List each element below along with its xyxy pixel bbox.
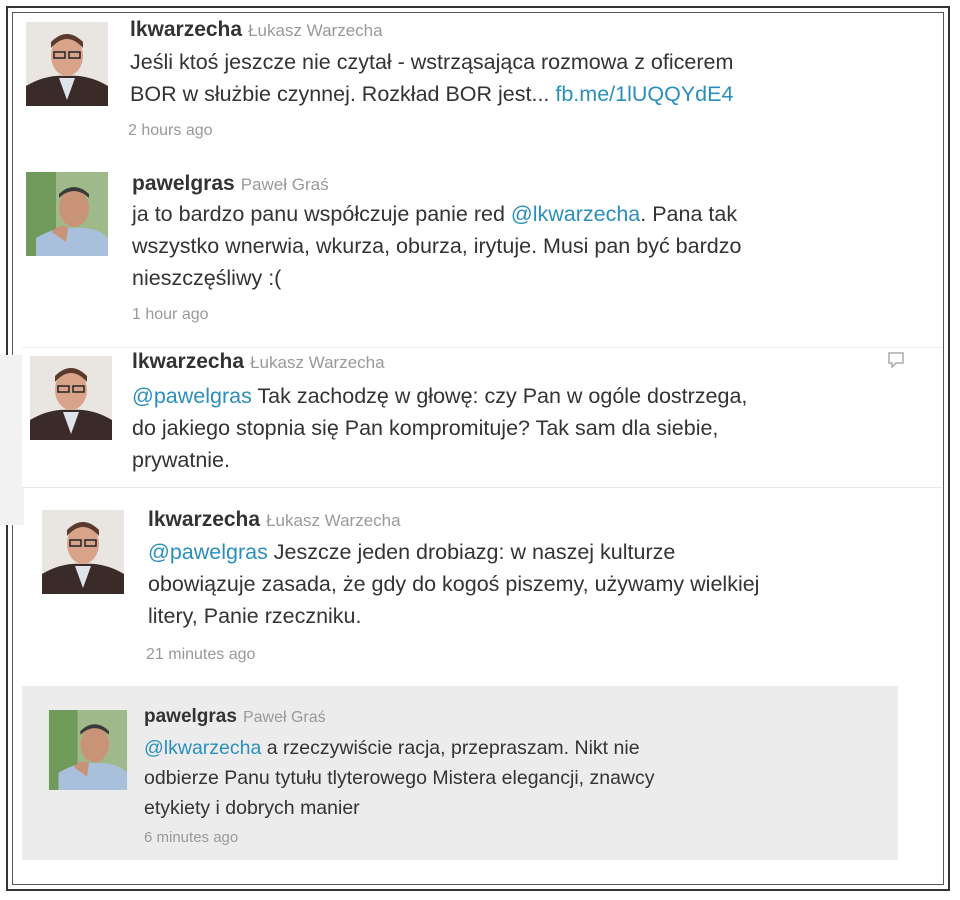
tweet-text-part: Tak zachodzę w głowę: czy Pan w ogóle do… bbox=[251, 384, 748, 408]
avatar-lkwarzecha[interactable] bbox=[30, 356, 112, 440]
avatar-pawelgras[interactable] bbox=[48, 710, 128, 790]
panel-shadow bbox=[0, 355, 24, 525]
timestamp[interactable]: 21 minutes ago bbox=[146, 646, 255, 664]
tweet-text-line: ja to bardzo panu współczuje panie red @… bbox=[132, 198, 932, 230]
screen-name[interactable]: lkwarzecha bbox=[130, 18, 242, 41]
mention-link[interactable]: @lkwarzecha bbox=[511, 202, 640, 226]
tweet-text-part: a rzeczywiście racja, przepraszam. Nikt … bbox=[261, 737, 640, 759]
real-name: Łukasz Warzecha bbox=[248, 21, 383, 40]
screen-name[interactable]: lkwarzecha bbox=[148, 508, 260, 531]
tweet-text-line: do jakiego stopnia się Pan kompromituje?… bbox=[132, 416, 719, 440]
tweet-5: pawelgras Paweł Graś @lkwarzecha a rzeczy… bbox=[22, 686, 898, 860]
tweet-text-part: BOR w służbie czynnej. Rozkład BOR jest.… bbox=[130, 82, 556, 106]
tweet-3: lkwarzecha Łukasz Warzecha @pawelgras Tak… bbox=[22, 347, 942, 487]
tweet-1: lkwarzecha Łukasz Warzecha Jeśli ktoś jes… bbox=[22, 14, 932, 164]
screen-name[interactable]: pawelgras bbox=[132, 172, 235, 195]
tweet-text-line: etykiety i dobrych manier bbox=[144, 797, 360, 819]
tweet-text-line: BOR w służbie czynnej. Rozkład BOR jest.… bbox=[130, 78, 930, 110]
tweet-text: ja to bardzo panu współczuje panie red @… bbox=[132, 198, 932, 294]
screen-name[interactable]: pawelgras bbox=[144, 706, 237, 727]
reply-icon[interactable] bbox=[886, 350, 906, 370]
tweet-text-part: Jeszcze jeden drobiazg: w naszej kulturz… bbox=[267, 540, 676, 564]
tweet-text-line: odbierze Panu tytułu tlyterowego Mistera… bbox=[144, 767, 655, 789]
tweet-text-part: ja to bardzo panu współczuje panie red bbox=[132, 202, 511, 226]
real-name: Paweł Graś bbox=[242, 709, 326, 726]
tweet-text-line: @pawelgras Tak zachodzę w głowę: czy Pan… bbox=[132, 380, 932, 412]
tweet-text: @pawelgras Tak zachodzę w głowę: czy Pan… bbox=[132, 380, 932, 476]
tweet-link[interactable]: fb.me/1lUQQYdE4 bbox=[555, 82, 733, 106]
tweet-text: @pawelgras Jeszcze jeden drobiazg: w nas… bbox=[148, 536, 938, 632]
tweet-text-line: prywatnie. bbox=[132, 448, 230, 472]
tweet-2: pawelgras Paweł Graś ja to bardzo panu ws… bbox=[22, 160, 932, 340]
tweet-text-line: obowiązuje zasada, że gdy do kogoś pisze… bbox=[148, 572, 760, 596]
real-name: Łukasz Warzecha bbox=[266, 511, 401, 530]
timestamp[interactable]: 6 minutes ago bbox=[144, 829, 238, 846]
real-name: Paweł Graś bbox=[240, 175, 329, 194]
tweet-text-line: @pawelgras Jeszcze jeden drobiazg: w nas… bbox=[148, 536, 938, 568]
avatar-lkwarzecha[interactable] bbox=[26, 22, 108, 106]
timestamp[interactable]: 2 hours ago bbox=[128, 122, 213, 140]
timestamp[interactable]: 1 hour ago bbox=[132, 306, 209, 324]
mention-link[interactable]: @lkwarzecha bbox=[144, 737, 261, 759]
divider bbox=[22, 487, 942, 488]
tweet-text: @lkwarzecha a rzeczywiście racja, przepr… bbox=[144, 733, 884, 823]
mention-link[interactable]: @pawelgras bbox=[132, 384, 252, 408]
tweet-text-part: . Pana tak bbox=[640, 202, 738, 226]
tweet-text-line: nieszczęśliwy :( bbox=[132, 266, 282, 290]
avatar-lkwarzecha[interactable] bbox=[42, 510, 124, 594]
tweet-text-line: litery, Panie rzeczniku. bbox=[148, 604, 362, 628]
tweet-text-line: @lkwarzecha a rzeczywiście racja, przepr… bbox=[144, 733, 884, 763]
tweet-text-line: Jeśli ktoś jeszcze nie czytał - wstrząsa… bbox=[130, 50, 734, 74]
mention-link[interactable]: @pawelgras bbox=[148, 540, 268, 564]
real-name: Łukasz Warzecha bbox=[250, 353, 385, 372]
avatar-pawelgras[interactable] bbox=[26, 172, 108, 256]
tweet-text: Jeśli ktoś jeszcze nie czytał - wstrząsa… bbox=[130, 46, 930, 110]
tweet-text-line: wszystko wnerwia, wkurza, oburza, irytuj… bbox=[132, 234, 742, 258]
tweet-4: lkwarzecha Łukasz Warzecha @pawelgras Jes… bbox=[38, 500, 938, 680]
screen-name[interactable]: lkwarzecha bbox=[132, 350, 244, 373]
